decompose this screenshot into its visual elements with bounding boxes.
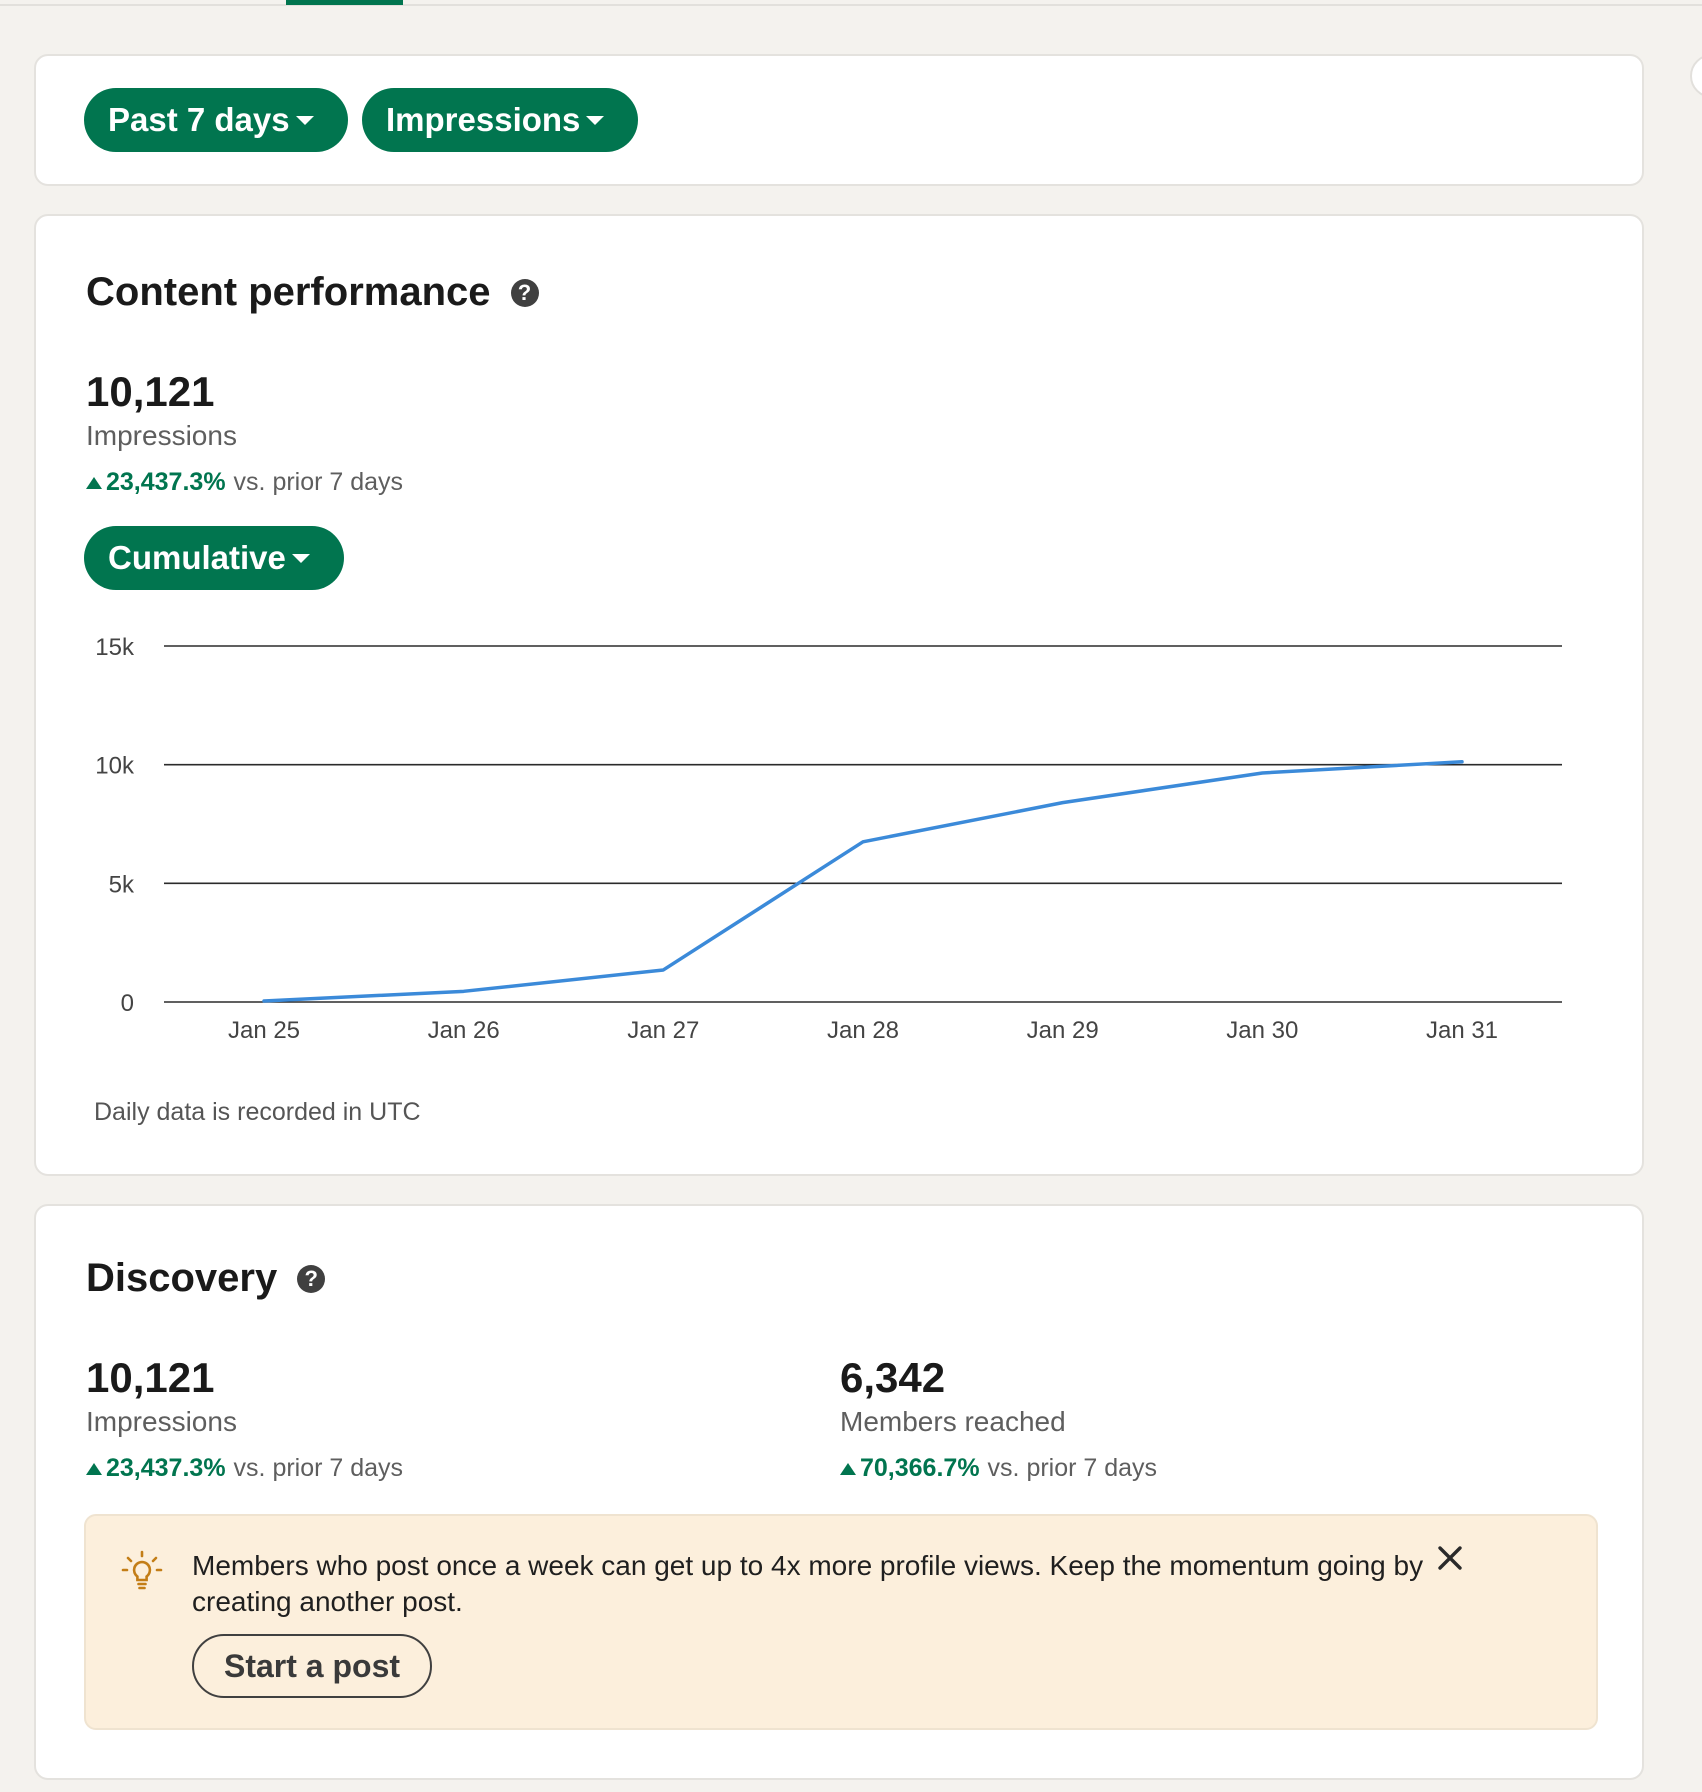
discovery-impressions-value: 10,121 xyxy=(86,1354,215,1401)
x-tick-label: Jan 25 xyxy=(228,1017,300,1044)
y-tick-label: 15k xyxy=(95,634,135,661)
increase-arrow-icon xyxy=(840,1462,856,1475)
caret-down-icon xyxy=(295,115,314,125)
utc-note: Daily data is recorded in UTC xyxy=(94,1098,421,1126)
lightbulb-icon xyxy=(121,1550,163,1590)
tip-banner: Members who post once a week can get up … xyxy=(84,1514,1598,1730)
x-tick-label: Jan 31 xyxy=(1426,1017,1498,1044)
discovery-impressions-label: Impressions xyxy=(86,1406,237,1437)
tip-text: Members who post once a week can get up … xyxy=(192,1550,1424,1617)
increase-arrow-icon xyxy=(86,1462,102,1475)
discovery-heading: Discovery xyxy=(86,1256,278,1300)
help-icon[interactable]: ? xyxy=(297,1264,326,1293)
members-reached-label: Members reached xyxy=(840,1406,1066,1437)
discovery-impressions-change-pct: 23,437.3% xyxy=(106,1454,226,1482)
y-tick-label: 10k xyxy=(95,753,135,780)
x-tick-label: Jan 29 xyxy=(1027,1017,1099,1044)
discovery-impressions-change-suffix: vs. prior 7 days xyxy=(233,1454,404,1482)
y-tick-label: 0 xyxy=(121,990,134,1017)
discovery-card: Discovery ? 10,121 Impressions 23,437.3%… xyxy=(34,1204,1644,1780)
filter-card: Past 7 days Impressions xyxy=(34,54,1644,186)
content-performance-card: Content performance ? 10,121 Impressions… xyxy=(34,214,1644,1176)
discovery-impressions-change: 23,437.3% vs. prior 7 days xyxy=(86,1454,403,1483)
close-icon[interactable] xyxy=(1432,1540,1468,1576)
x-tick-label: Jan 26 xyxy=(428,1017,500,1044)
members-reached-value: 6,342 xyxy=(840,1354,946,1401)
members-reached-change: 70,366.7% vs. prior 7 days xyxy=(840,1454,1157,1483)
date-range-label: Past 7 days xyxy=(108,101,290,138)
caret-down-icon xyxy=(586,115,605,125)
metric-dropdown[interactable]: Impressions xyxy=(362,88,639,152)
x-tick-label: Jan 27 xyxy=(627,1017,699,1044)
impressions-line-chart: 0 5k 10k 15k Jan 25 Jan 26 Jan 27 Jan 28 Jan 29 J… xyxy=(95,634,1562,1044)
members-reached-change-suffix: vs. prior 7 days xyxy=(987,1454,1158,1482)
active-tab-indicator xyxy=(286,0,403,5)
x-tick-label: Jan 30 xyxy=(1226,1017,1298,1044)
top-tab-bar xyxy=(0,0,1702,6)
metric-label: Impressions xyxy=(386,101,581,138)
side-control[interactable] xyxy=(1690,54,1702,98)
start-a-post-button[interactable]: Start a post xyxy=(192,1634,433,1698)
x-tick-label: Jan 28 xyxy=(827,1017,899,1044)
discovery-title: Discovery ? xyxy=(86,1256,326,1301)
y-tick-label: 5k xyxy=(109,871,135,898)
members-reached-change-pct: 70,366.7% xyxy=(860,1454,980,1482)
impressions-series-line xyxy=(262,760,1464,1003)
date-range-dropdown[interactable]: Past 7 days xyxy=(84,88,348,152)
